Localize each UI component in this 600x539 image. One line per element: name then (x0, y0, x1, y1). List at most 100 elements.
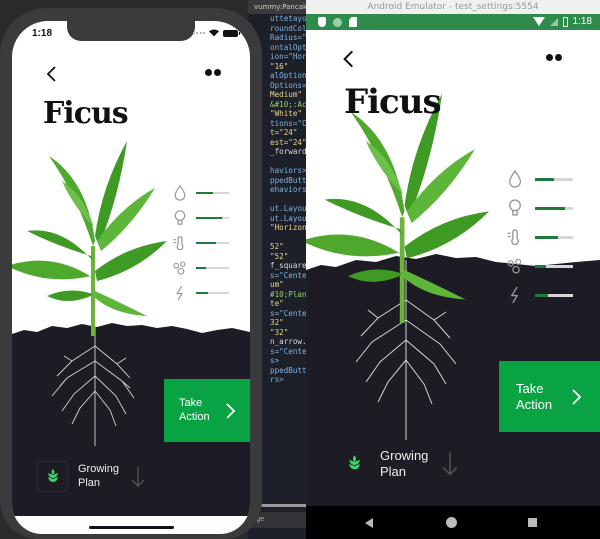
code-line: ut.Layout (270, 204, 308, 213)
plant-image (12, 141, 167, 336)
app-screen-ios: Ficus Take Action Growing Plan (12, 21, 250, 534)
android-screen: Ficus Take Action Growing Plan (306, 30, 600, 506)
stat-bar-fill (196, 267, 206, 269)
stat-bar-fill (535, 264, 547, 268)
code-line: ontalOptio (270, 42, 308, 52)
wifi-icon (532, 17, 545, 26)
growing-plan-label: Growing Plan (380, 448, 429, 479)
code-line: "52" (270, 251, 289, 261)
stat-row-energy (172, 285, 229, 301)
code-line: Medium" (270, 90, 303, 99)
page-title: Ficus (344, 82, 442, 122)
stat-bar-energy (196, 292, 229, 294)
stat-row-water (506, 170, 573, 188)
code-line: rs> (270, 375, 284, 384)
growing-plan-icon-box (346, 452, 362, 476)
nutrients-icon (172, 260, 188, 276)
stat-bar-temperature (535, 235, 573, 239)
code-line: 52" (270, 242, 284, 251)
code-line: s="Center (270, 270, 308, 280)
sd-card-icon (349, 17, 357, 27)
chevron-left-icon[interactable] (338, 48, 360, 70)
nav-back-icon[interactable] (365, 518, 373, 528)
nav-home-icon[interactable] (446, 517, 457, 528)
stat-row-nutrients (506, 257, 573, 275)
code-line: Options=" (270, 80, 308, 90)
code-line: s> (270, 356, 280, 365)
growing-plan-label: Growing Plan (78, 463, 119, 489)
code-line: &#10;:Acti (270, 99, 308, 109)
stat-row-light (506, 199, 573, 217)
code-line: "Horizont (270, 223, 308, 232)
signal-icon (549, 17, 558, 26)
stat-bar-fill (196, 192, 213, 194)
sync-icon (333, 17, 342, 27)
chevron-right-icon (225, 402, 235, 419)
code-line: um" (270, 280, 284, 289)
code-line: alOptions (270, 71, 308, 80)
sprout-icon (47, 468, 58, 482)
sprout-icon (348, 454, 360, 470)
stat-bar-fill (535, 206, 566, 210)
thermometer-icon (172, 235, 188, 251)
chevron-right-icon (572, 388, 582, 405)
code-line: "16" (270, 61, 289, 71)
code-line: #10;Plan" (270, 289, 308, 299)
take-action-label: Take Action (179, 397, 210, 423)
take-action-button[interactable]: Take Action (164, 379, 250, 442)
more-dots-icon[interactable] (205, 69, 223, 79)
stat-bar-fill (535, 235, 558, 239)
growing-plan-button[interactable]: Growing Plan (346, 448, 458, 479)
code-line: ppedButto (270, 365, 308, 375)
take-action-button[interactable]: Take Action (499, 361, 600, 432)
stat-bar-fill (535, 177, 554, 181)
stat-row-temperature (506, 228, 573, 246)
lightning-icon (172, 285, 188, 301)
stat-bar-water (535, 177, 573, 181)
stat-row-nutrients (172, 260, 229, 276)
editor-tab-title[interactable]: vummy:Pancake (248, 0, 308, 14)
stat-row-water (172, 185, 229, 201)
code-line: ppedButto (270, 175, 308, 185)
stat-bar-nutrients (196, 267, 229, 269)
arrow-down-icon (443, 452, 458, 475)
code-line: ion="Hori (270, 52, 308, 61)
code-line: roundColor (270, 23, 308, 33)
more-dots-icon[interactable] (546, 54, 564, 64)
thermometer-icon (506, 228, 524, 246)
stat-bar-energy (535, 293, 573, 297)
stat-bar-water (196, 192, 229, 194)
nav-recents-icon[interactable] (528, 518, 537, 527)
plant-stats (506, 170, 573, 304)
code-text[interactable]: uttetayoutroundColorRadius="4ontalOptioi… (270, 14, 308, 385)
growing-plan-button[interactable]: Growing Plan (37, 461, 145, 492)
take-action-label: Take Action (516, 380, 553, 412)
chevron-left-icon[interactable] (42, 64, 62, 84)
lightning-icon (506, 286, 524, 304)
code-line: "32" (270, 327, 289, 337)
plant-image (306, 93, 490, 323)
nutrients-icon (506, 257, 524, 275)
home-indicator[interactable] (89, 526, 174, 529)
code-line: f_square. (270, 261, 308, 270)
code-line: ut.Layout (270, 213, 308, 223)
code-line: n_arrow.p (270, 337, 308, 346)
android-status-time: 1:18 (572, 16, 592, 27)
stat-bar-fill (196, 217, 223, 219)
code-line: haviors> (270, 166, 307, 175)
code-line: t="24" (270, 128, 298, 137)
code-line: s="Center (270, 308, 308, 318)
desktop: vummy:Pancake uttetayoutroundColorRadius… (0, 0, 600, 539)
code-line: _forward. (270, 147, 308, 156)
ios-simulator: 1:18 Ficus Take Action Growing Plan (0, 8, 262, 539)
app-screen-android: Ficus Take Action Growing Plan (306, 30, 600, 506)
code-line: ehaviors> (270, 185, 308, 194)
light-bulb-icon (506, 199, 524, 217)
arrow-down-icon (131, 466, 145, 487)
code-line: "White" (270, 109, 303, 118)
android-emulator: 1:18 Ficus Take Action Growing Plan (306, 14, 600, 539)
code-line: 32" (270, 318, 284, 327)
